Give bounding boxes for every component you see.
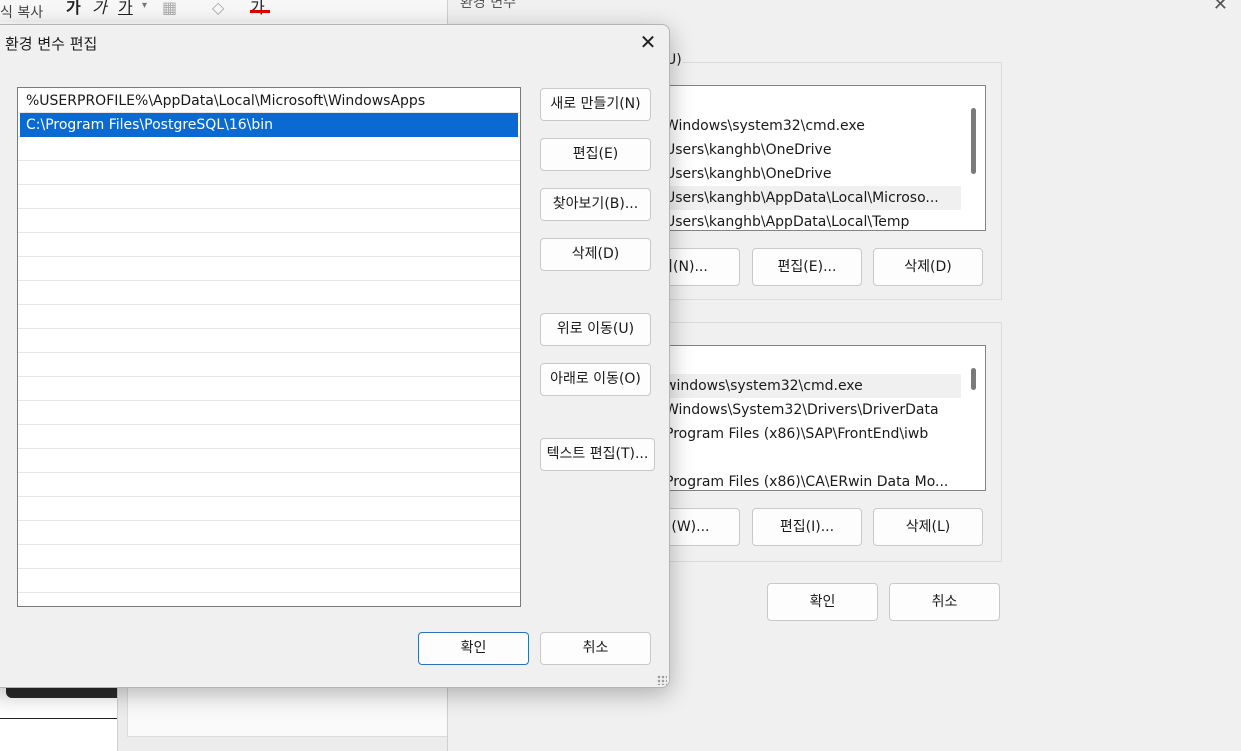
list-row[interactable] xyxy=(18,449,520,473)
bold-button[interactable]: 가 xyxy=(66,0,81,18)
background-toolbar: 식 복사 가 가 가 ▾ ▦ ◇ 가 xyxy=(0,0,450,22)
system-edit-button[interactable]: 편집(I)... xyxy=(752,508,862,546)
env-ok-button[interactable]: 확인 xyxy=(767,583,878,621)
list-item[interactable]: Program Files (x86)\CA\ERwin Data Mo... xyxy=(665,470,961,490)
list-row[interactable] xyxy=(18,569,520,593)
background-divider xyxy=(0,718,118,719)
list-row[interactable] xyxy=(18,473,520,497)
list-row[interactable] xyxy=(18,353,520,377)
move-down-button[interactable]: 아래로 이동(O) xyxy=(540,363,651,396)
list-item[interactable]: Windows\system32\cmd.exe xyxy=(665,114,961,138)
list-row[interactable] xyxy=(18,161,520,185)
background-page xyxy=(127,680,449,737)
list-item[interactable]: Users\kanghb\OneDrive xyxy=(665,162,961,186)
scrollbar-thumb[interactable] xyxy=(971,368,976,390)
scrollbar-thumb[interactable] xyxy=(971,108,976,174)
user-edit-button[interactable]: 편집(E)... xyxy=(752,248,862,286)
dialog-title: 환경 변수 편집 xyxy=(5,35,98,53)
list-row[interactable] xyxy=(18,257,520,281)
italic-button[interactable]: 가 xyxy=(92,0,107,18)
list-row[interactable] xyxy=(18,233,520,257)
list-row[interactable] xyxy=(18,377,520,401)
list-item[interactable] xyxy=(665,446,961,470)
list-row[interactable] xyxy=(18,209,520,233)
format-copy-label: 식 복사 xyxy=(0,5,44,21)
edit-env-var-dialog: 환경 변수 편집 ✕ %USERPROFILE%\AppData\Local\M… xyxy=(0,24,670,688)
env-cancel-button[interactable]: 취소 xyxy=(889,583,1000,621)
close-icon[interactable]: ✕ xyxy=(635,29,661,55)
user-delete-button[interactable]: 삭제(D) xyxy=(873,248,983,286)
list-item[interactable]: Windows\System32\Drivers\DriverData xyxy=(665,398,961,422)
list-row[interactable] xyxy=(18,329,520,353)
list-row[interactable] xyxy=(18,137,520,161)
list-row[interactable] xyxy=(18,521,520,545)
list-item[interactable]: %USERPROFILE%\AppData\Local\Microsoft\Wi… xyxy=(20,89,518,113)
system-vars-list[interactable]: windows\system32\cmd.exe Windows\System3… xyxy=(664,345,986,491)
list-row[interactable] xyxy=(18,185,520,209)
edit-text-button[interactable]: 텍스트 편집(T)... xyxy=(540,438,655,471)
resize-grip-icon[interactable] xyxy=(657,675,667,685)
cancel-button[interactable]: 취소 xyxy=(540,632,651,665)
chevron-down-icon[interactable]: ▾ xyxy=(142,0,147,11)
font-color-button[interactable]: 가 xyxy=(250,0,265,18)
new-button[interactable]: 새로 만들기(N) xyxy=(540,88,651,121)
close-icon[interactable]: ✕ xyxy=(1213,0,1228,15)
list-row[interactable] xyxy=(18,497,520,521)
ok-button[interactable]: 확인 xyxy=(418,632,529,665)
user-vars-list[interactable]: Windows\system32\cmd.exe Users\kanghb\On… xyxy=(664,85,986,231)
list-item[interactable]: Program Files (x86)\SAP\FrontEnd\iwb xyxy=(665,422,961,446)
env-window-title: 환경 변수 xyxy=(460,0,516,11)
border-icon[interactable]: ▦ xyxy=(162,0,177,17)
list-row[interactable] xyxy=(18,401,520,425)
list-item-selected[interactable]: C:\Program Files\PostgreSQL\16\bin xyxy=(20,113,518,137)
list-item[interactable]: Users\kanghb\AppData\Local\Temp xyxy=(665,210,961,230)
edit-button[interactable]: 편집(E) xyxy=(540,138,651,171)
list-row[interactable] xyxy=(18,425,520,449)
list-row[interactable] xyxy=(18,281,520,305)
system-delete-button[interactable]: 삭제(L) xyxy=(873,508,983,546)
delete-button[interactable]: 삭제(D) xyxy=(540,238,651,271)
move-up-button[interactable]: 위로 이동(U) xyxy=(540,313,651,346)
underline-button[interactable]: 가 xyxy=(118,0,133,18)
list-item[interactable]: Users\kanghb\AppData\Local\Microso... xyxy=(665,186,961,210)
list-row[interactable] xyxy=(18,545,520,569)
list-item[interactable]: windows\system32\cmd.exe xyxy=(665,374,961,398)
highlight-icon[interactable]: ◇ xyxy=(212,0,224,17)
list-row[interactable] xyxy=(18,305,520,329)
browse-button[interactable]: 찾아보기(B)... xyxy=(540,188,651,221)
path-list[interactable]: %USERPROFILE%\AppData\Local\Microsoft\Wi… xyxy=(17,87,521,607)
list-item[interactable]: Users\kanghb\OneDrive xyxy=(665,138,961,162)
font-color-indicator xyxy=(250,10,270,13)
